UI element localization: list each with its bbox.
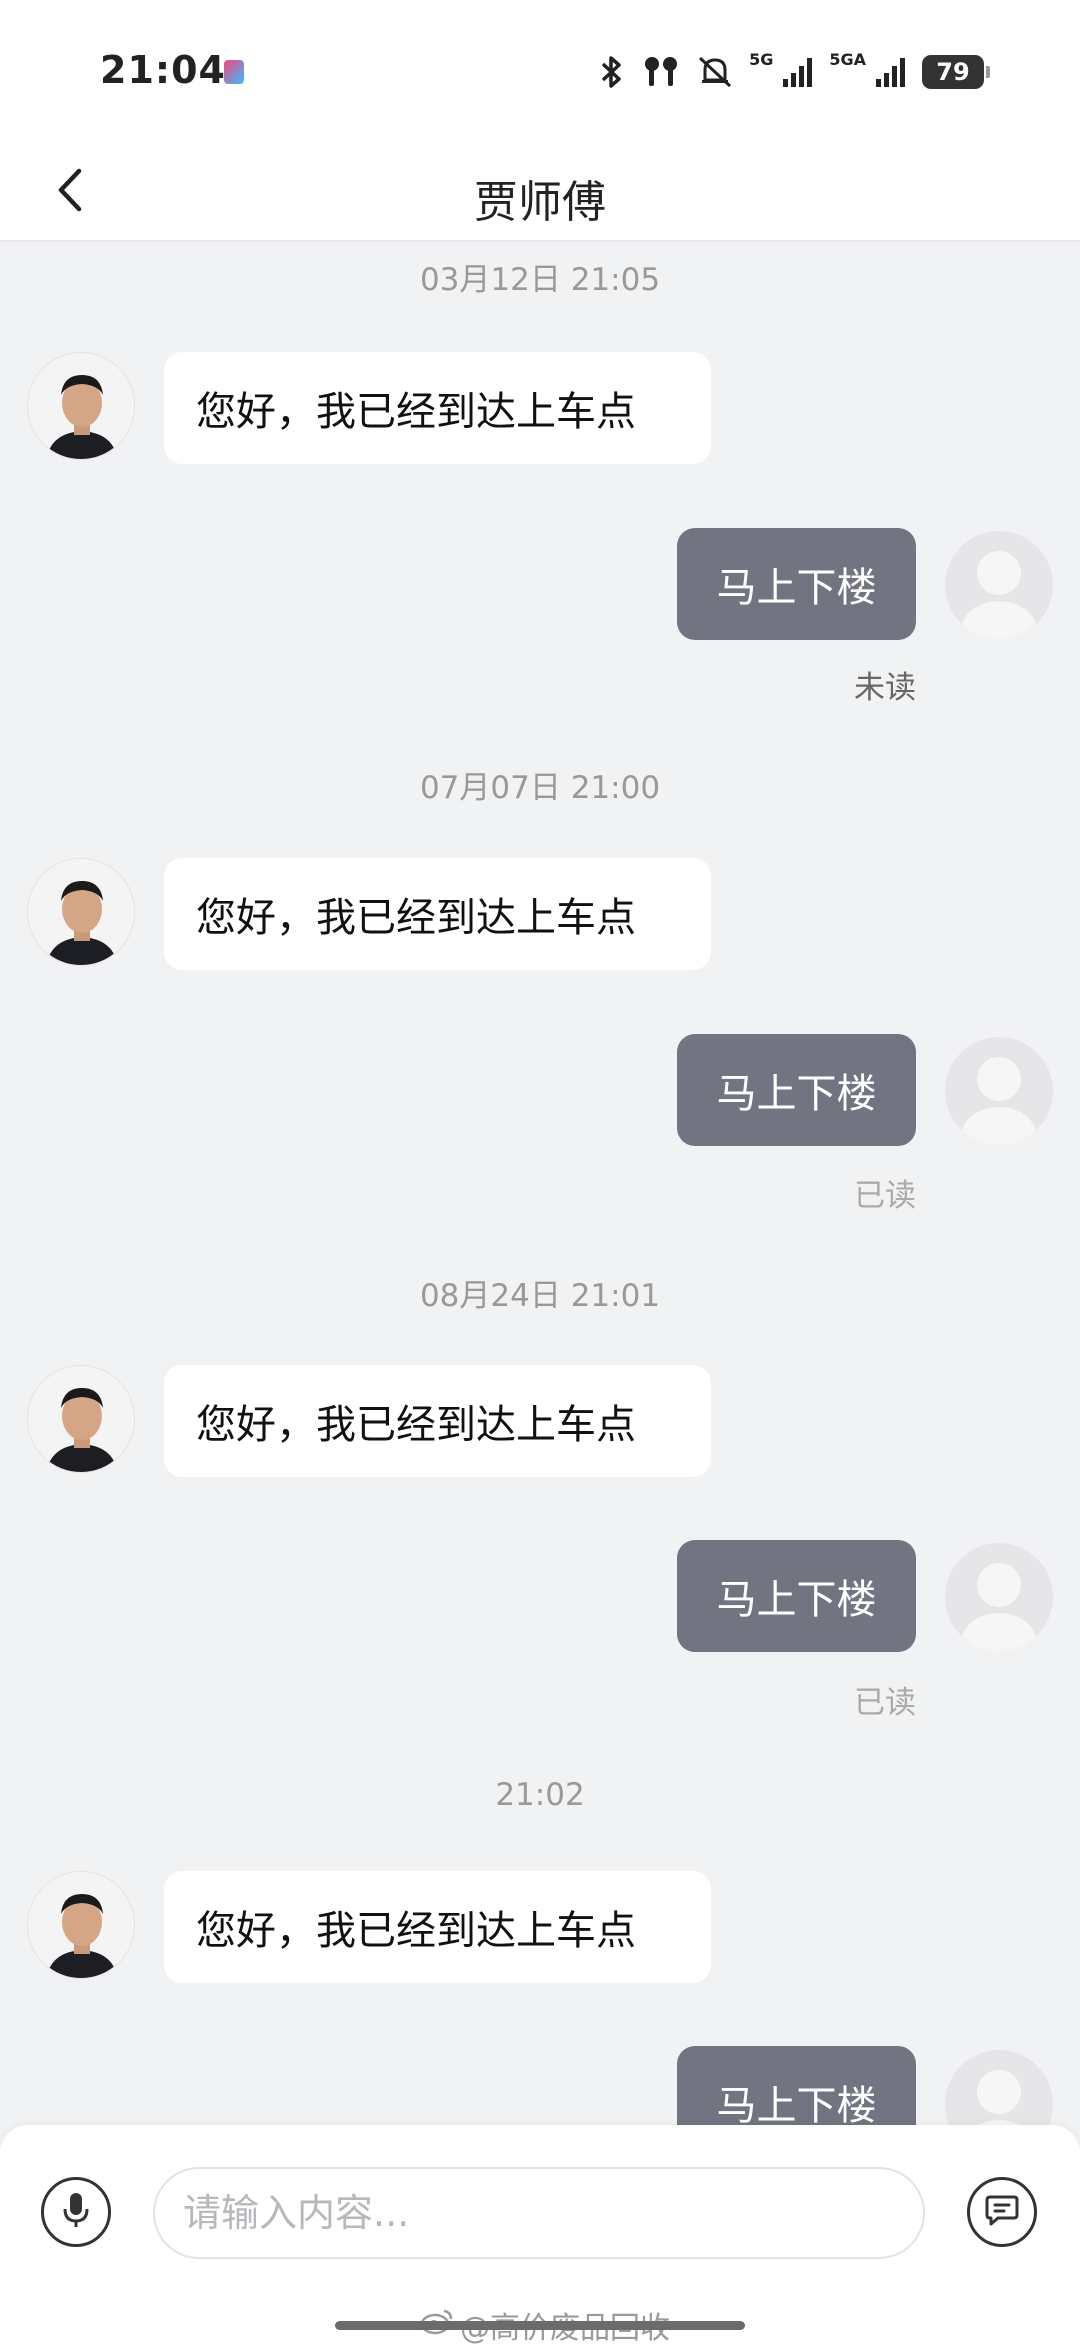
message-input[interactable] (153, 2167, 925, 2259)
chat-header: 贾师傅 (0, 140, 1080, 241)
outgoing-message[interactable]: 马上下楼 (677, 1034, 916, 1146)
mute-bell-icon (695, 54, 735, 90)
outgoing-message[interactable]: 马上下楼 (677, 528, 916, 640)
driver-avatar[interactable] (27, 1871, 135, 1979)
send-button[interactable] (967, 2177, 1037, 2247)
bluetooth-icon (597, 54, 627, 90)
chat-bubble-icon (984, 2193, 1020, 2231)
notification-app-icon (224, 60, 244, 84)
chat-title: 贾师傅 (474, 177, 606, 228)
driver-avatar[interactable] (27, 858, 135, 966)
earbuds-icon (641, 54, 681, 90)
network-label-1: 5G (749, 50, 774, 69)
battery-indicator: 79 (922, 55, 990, 89)
message-timestamp: 07月07日 21:00 (419, 770, 661, 806)
message-timestamp: 21:02 (495, 1777, 585, 1813)
incoming-message[interactable]: 您好，我已经到达上车点 (164, 1365, 711, 1477)
message-timestamp: 03月12日 21:05 (419, 262, 661, 298)
incoming-message[interactable]: 您好，我已经到达上车点 (164, 858, 711, 970)
message-timestamp: 08月24日 21:01 (419, 1278, 661, 1314)
home-indicator[interactable] (335, 2321, 745, 2330)
status-time: 21:04 (100, 48, 226, 92)
read-status: 未读 (854, 670, 916, 706)
driver-avatar[interactable] (27, 1365, 135, 1473)
signal-icon-1 (781, 55, 815, 89)
voice-button[interactable] (41, 2177, 111, 2247)
microphone-icon (61, 2191, 91, 2233)
user-avatar[interactable] (945, 1543, 1053, 1651)
incoming-message[interactable]: 您好，我已经到达上车点 (164, 1871, 711, 1983)
network-label-2: 5GA (829, 50, 866, 69)
status-bar: 21:04 5G 5GA 79 (0, 0, 1080, 140)
status-icons: 5G 5GA 79 (597, 50, 990, 92)
user-avatar[interactable] (945, 531, 1053, 639)
input-bar: @高价废品回收 (0, 2125, 1080, 2347)
incoming-message[interactable]: 您好，我已经到达上车点 (164, 352, 711, 464)
read-status: 已读 (854, 1178, 916, 1214)
driver-avatar[interactable] (27, 352, 135, 460)
signal-icon-2 (874, 55, 908, 89)
read-status: 已读 (854, 1685, 916, 1721)
outgoing-message[interactable]: 马上下楼 (677, 1540, 916, 1652)
user-avatar[interactable] (945, 1037, 1053, 1145)
